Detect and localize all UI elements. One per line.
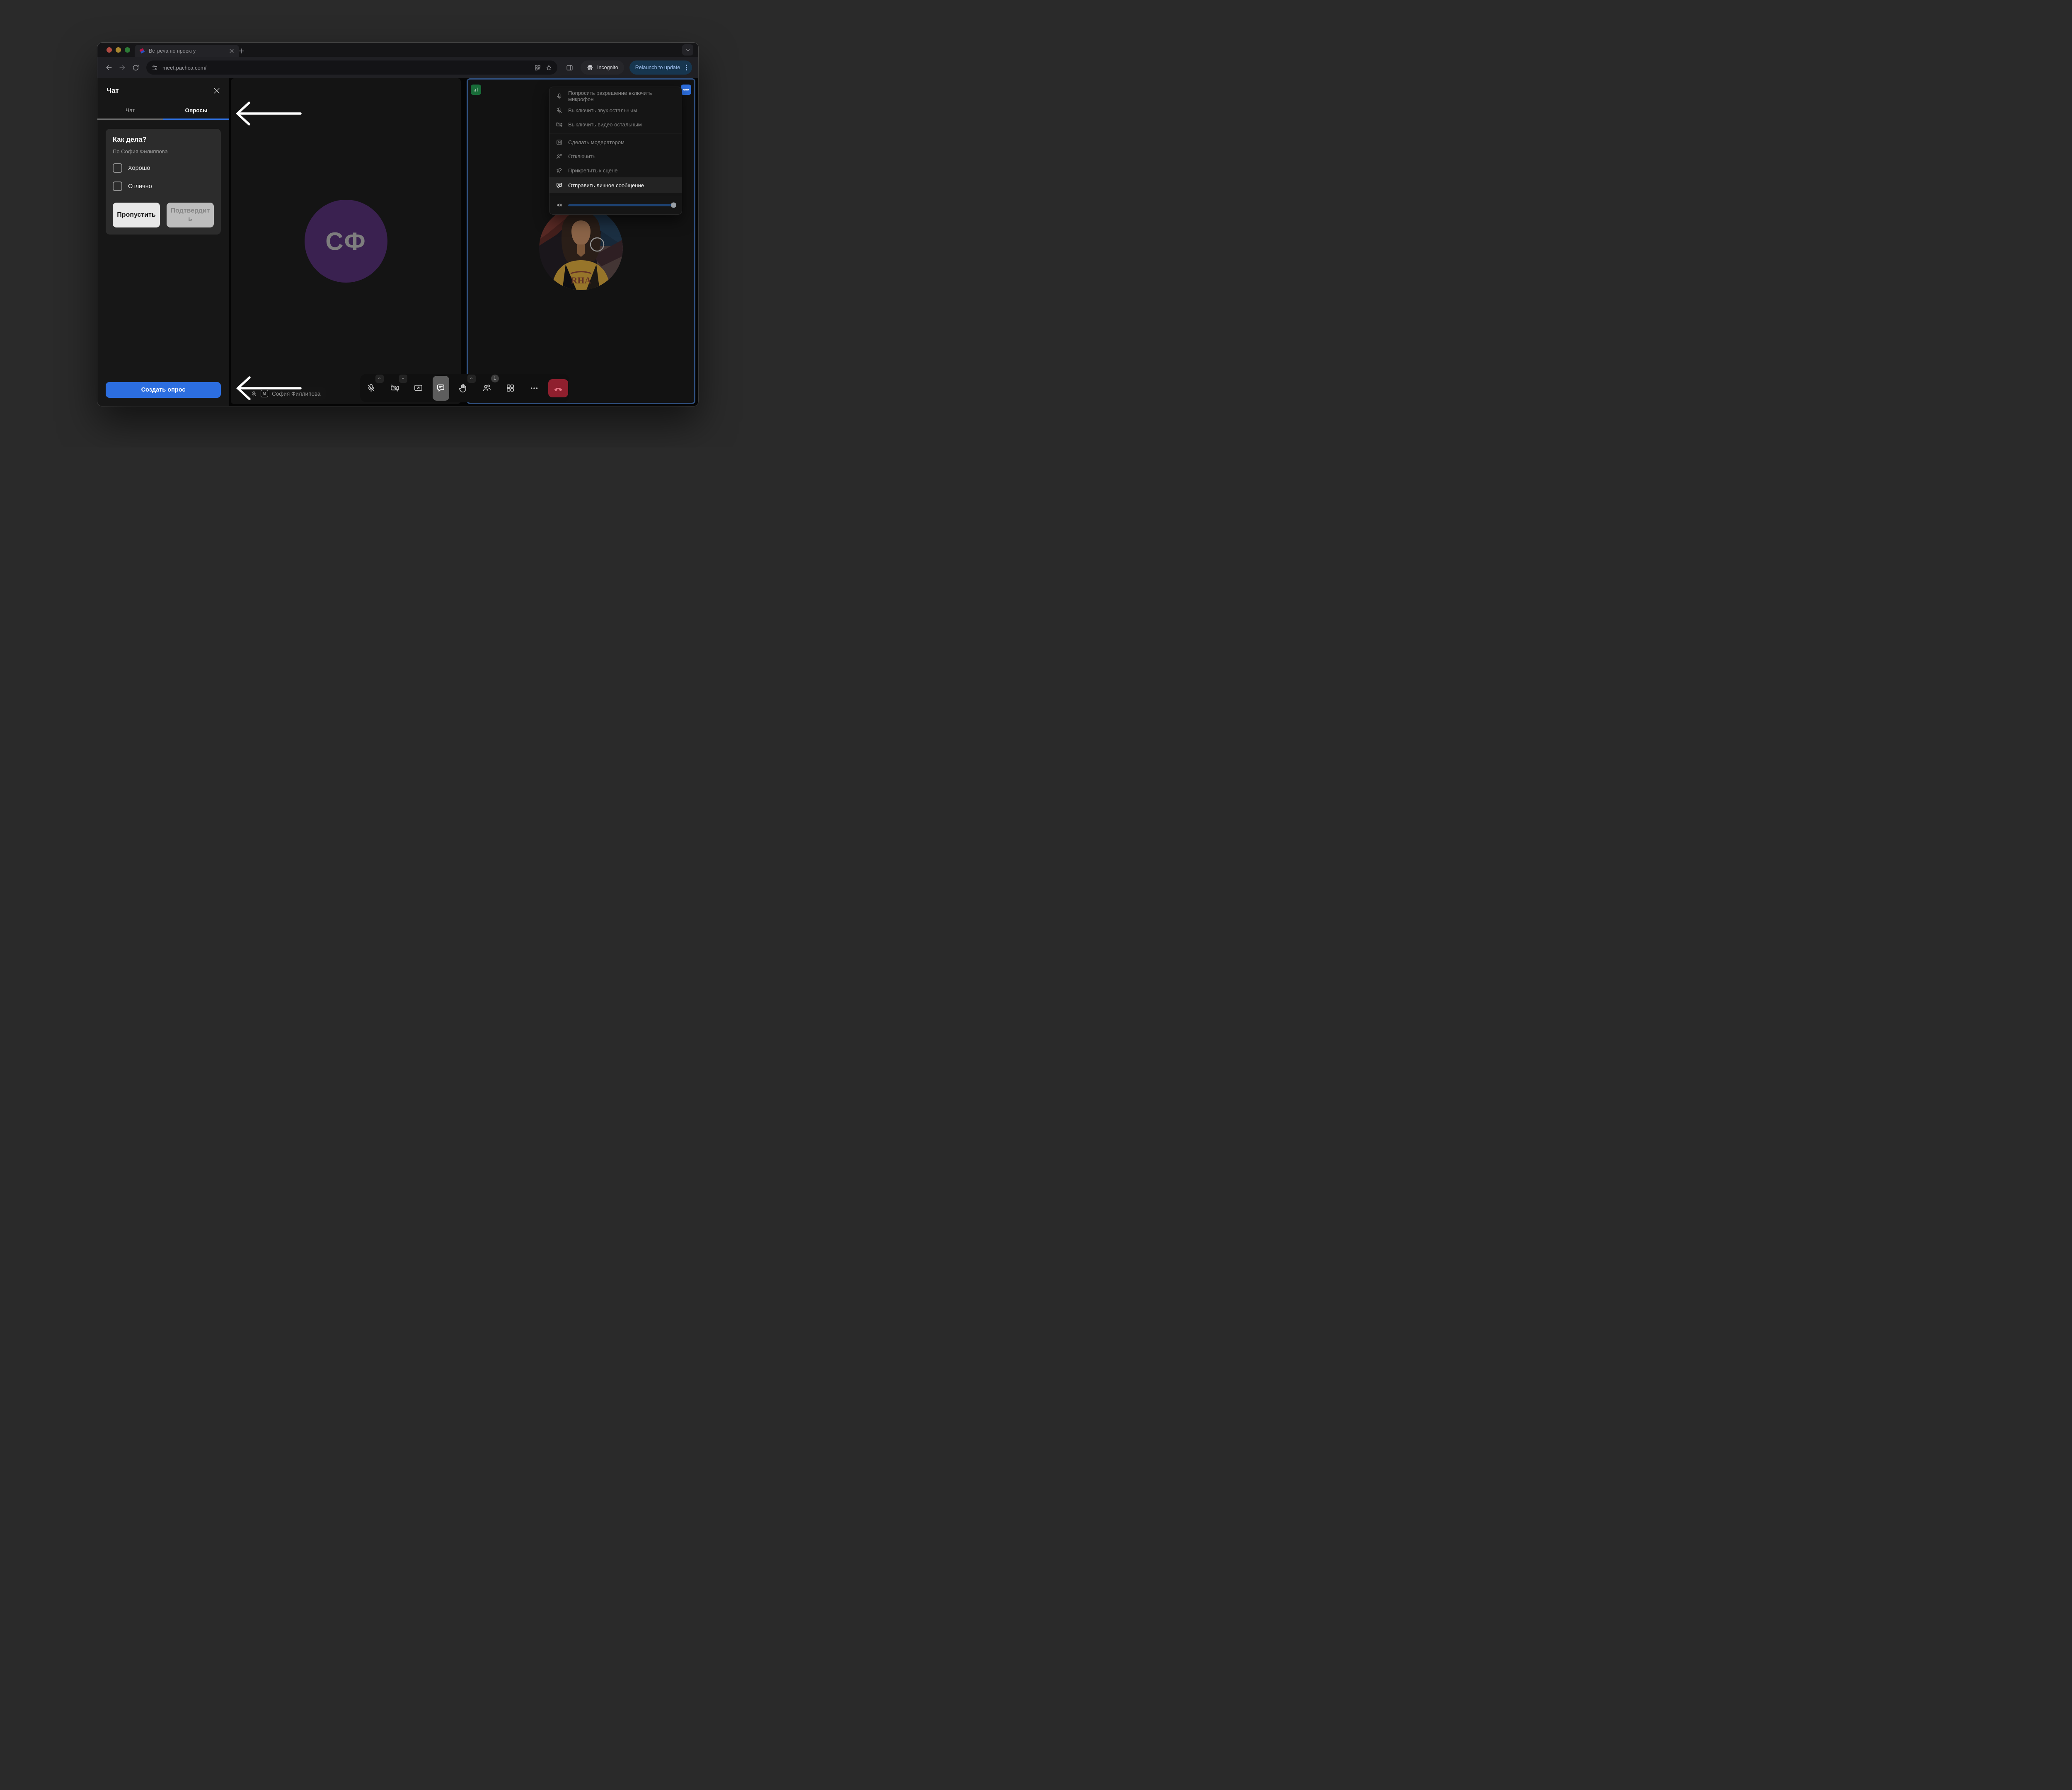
minimize-window-button[interactable] bbox=[116, 47, 121, 53]
moderator-icon bbox=[556, 139, 563, 146]
mic-off-icon bbox=[251, 391, 257, 397]
menu-item-label: Прикрепить к сцене bbox=[568, 167, 617, 174]
browser-menu-kebab-icon[interactable] bbox=[684, 65, 689, 70]
volume-row bbox=[549, 197, 682, 212]
participants-count-badge: 1 bbox=[491, 375, 499, 382]
browser-tab[interactable]: Встреча по проекту bbox=[135, 45, 239, 57]
volume-slider[interactable] bbox=[568, 204, 675, 206]
browser-window: Встреча по проекту bbox=[97, 43, 698, 406]
volume-slider-thumb[interactable] bbox=[671, 203, 676, 208]
speaker-icon bbox=[556, 201, 563, 209]
incognito-icon bbox=[586, 64, 594, 71]
menu-item-label: Отключить bbox=[568, 153, 595, 160]
poll-author: По София Филиппова bbox=[113, 148, 214, 155]
menu-item-ask-unmute[interactable]: Попросить разрешение включить микрофон bbox=[549, 89, 682, 103]
poll-option-row[interactable]: Хорошо bbox=[113, 163, 214, 173]
camera-toggle-button[interactable] bbox=[385, 379, 404, 398]
forward-button[interactable] bbox=[116, 62, 128, 73]
back-button[interactable] bbox=[103, 62, 115, 73]
side-panel-icon[interactable] bbox=[563, 61, 576, 74]
poll-confirm-button[interactable]: Подтвердить bbox=[167, 203, 214, 227]
site-settings-icon[interactable] bbox=[151, 64, 158, 71]
chat-panel: Чат Чат Опросы Как дела? По София Филипп… bbox=[97, 78, 229, 406]
menu-item-disconnect[interactable]: Отключить bbox=[549, 149, 682, 163]
close-window-button[interactable] bbox=[107, 47, 112, 53]
address-bar[interactable]: meet.pachca.com/ bbox=[146, 60, 557, 75]
avatar-initials: СФ bbox=[305, 200, 387, 283]
mic-toggle-button[interactable] bbox=[362, 379, 381, 398]
poll-card: Как дела? По София Филиппова Хорошо Отли… bbox=[106, 129, 221, 235]
desktop: Встреча по проекту bbox=[0, 0, 796, 448]
user-x-icon bbox=[556, 153, 563, 160]
poll-option-row[interactable]: Отлично bbox=[113, 181, 214, 191]
participant-context-menu: Попросить разрешение включить микрофон В… bbox=[549, 87, 682, 215]
chat-toggle-button[interactable] bbox=[433, 376, 449, 401]
tile-more-options-button[interactable] bbox=[681, 85, 691, 95]
camera-options-chevron[interactable] bbox=[399, 375, 407, 383]
bookmark-star-icon[interactable] bbox=[545, 64, 552, 71]
mic-icon bbox=[556, 93, 563, 100]
pin-icon bbox=[556, 167, 563, 174]
video-tile-remote[interactable]: RHA Попросить разрешение включить микроф… bbox=[467, 78, 695, 404]
incognito-badge: Incognito bbox=[581, 60, 624, 75]
browser-content: Чат Чат Опросы Как дела? По София Филипп… bbox=[97, 78, 698, 406]
participants-button[interactable]: 1 bbox=[477, 379, 496, 398]
checkbox[interactable] bbox=[113, 163, 122, 173]
menu-item-pin-to-stage[interactable]: Прикрепить к сцене bbox=[549, 163, 682, 177]
participant-name: София Филлипова bbox=[272, 391, 320, 397]
message-icon bbox=[556, 182, 563, 189]
tab-search-chevron-button[interactable] bbox=[682, 44, 693, 56]
new-tab-button[interactable] bbox=[237, 46, 247, 56]
create-poll-button[interactable]: Создать опрос bbox=[106, 382, 221, 398]
checkbox[interactable] bbox=[113, 181, 122, 191]
tab-title: Встреча по проекту bbox=[149, 48, 225, 54]
poll-skip-button[interactable]: Пропустить bbox=[113, 203, 160, 227]
tab-polls[interactable]: Опросы bbox=[163, 103, 229, 120]
tab-close-icon[interactable] bbox=[228, 48, 235, 54]
moderator-badge: M bbox=[261, 390, 268, 397]
meeting-stage: СФ M София Филлипова bbox=[229, 78, 698, 406]
menu-item-label: Выключить видео остальным bbox=[568, 121, 642, 128]
mic-off-icon bbox=[556, 107, 563, 114]
incognito-label: Incognito bbox=[597, 65, 618, 70]
window-controls[interactable] bbox=[107, 47, 130, 53]
screen-share-button[interactable] bbox=[409, 379, 428, 398]
chat-panel-title: Чат bbox=[107, 87, 119, 95]
pachca-favicon bbox=[139, 48, 145, 54]
browser-toolbar: meet.pachca.com/ bbox=[97, 57, 698, 78]
menu-item-label: Сделать модератором bbox=[568, 139, 625, 145]
relaunch-update-button[interactable]: Relaunch to update bbox=[629, 60, 692, 75]
mic-options-chevron[interactable] bbox=[375, 375, 384, 383]
more-options-button[interactable] bbox=[525, 379, 544, 398]
menu-item-mute-others[interactable]: Выключить звук остальным bbox=[549, 103, 682, 117]
tab-strip: Встреча по проекту bbox=[97, 43, 698, 57]
close-panel-icon[interactable] bbox=[213, 87, 221, 95]
zoom-window-button[interactable] bbox=[125, 47, 130, 53]
menu-item-send-private-message[interactable]: Отправить личное сообщение bbox=[549, 177, 682, 193]
menu-item-make-moderator[interactable]: Сделать модератором bbox=[549, 135, 682, 149]
video-tile-local[interactable]: СФ M София Филлипова bbox=[231, 78, 461, 404]
hand-options-chevron[interactable] bbox=[467, 375, 476, 383]
chat-panel-tabs: Чат Опросы bbox=[97, 103, 229, 120]
relaunch-label: Relaunch to update bbox=[635, 65, 680, 70]
raise-hand-button[interactable] bbox=[454, 379, 473, 398]
url-text[interactable]: meet.pachca.com/ bbox=[162, 65, 530, 71]
tab-chat[interactable]: Чат bbox=[97, 103, 163, 120]
participant-name-pill: M София Филлипова bbox=[245, 387, 326, 400]
menu-item-label: Выключить звук остальным bbox=[568, 107, 637, 114]
avatar-photo: RHA bbox=[539, 206, 623, 290]
call-controls-toolbar: 1 bbox=[360, 374, 569, 402]
menu-item-label: Отправить личное сообщение bbox=[568, 182, 644, 189]
menu-item-disable-video-others[interactable]: Выключить видео остальным bbox=[549, 117, 682, 131]
hang-up-button[interactable] bbox=[548, 379, 568, 397]
connection-stats-icon[interactable] bbox=[471, 85, 481, 95]
poll-question: Как дела? bbox=[113, 136, 214, 144]
autofill-icon[interactable] bbox=[534, 64, 541, 71]
video-off-icon bbox=[556, 121, 563, 128]
poll-option-label: Хорошо bbox=[128, 165, 150, 172]
poll-option-label: Отлично bbox=[128, 183, 152, 190]
grid-view-button[interactable] bbox=[501, 379, 520, 398]
reload-button[interactable] bbox=[130, 62, 141, 73]
menu-item-label: Попросить разрешение включить микрофон bbox=[568, 90, 675, 102]
